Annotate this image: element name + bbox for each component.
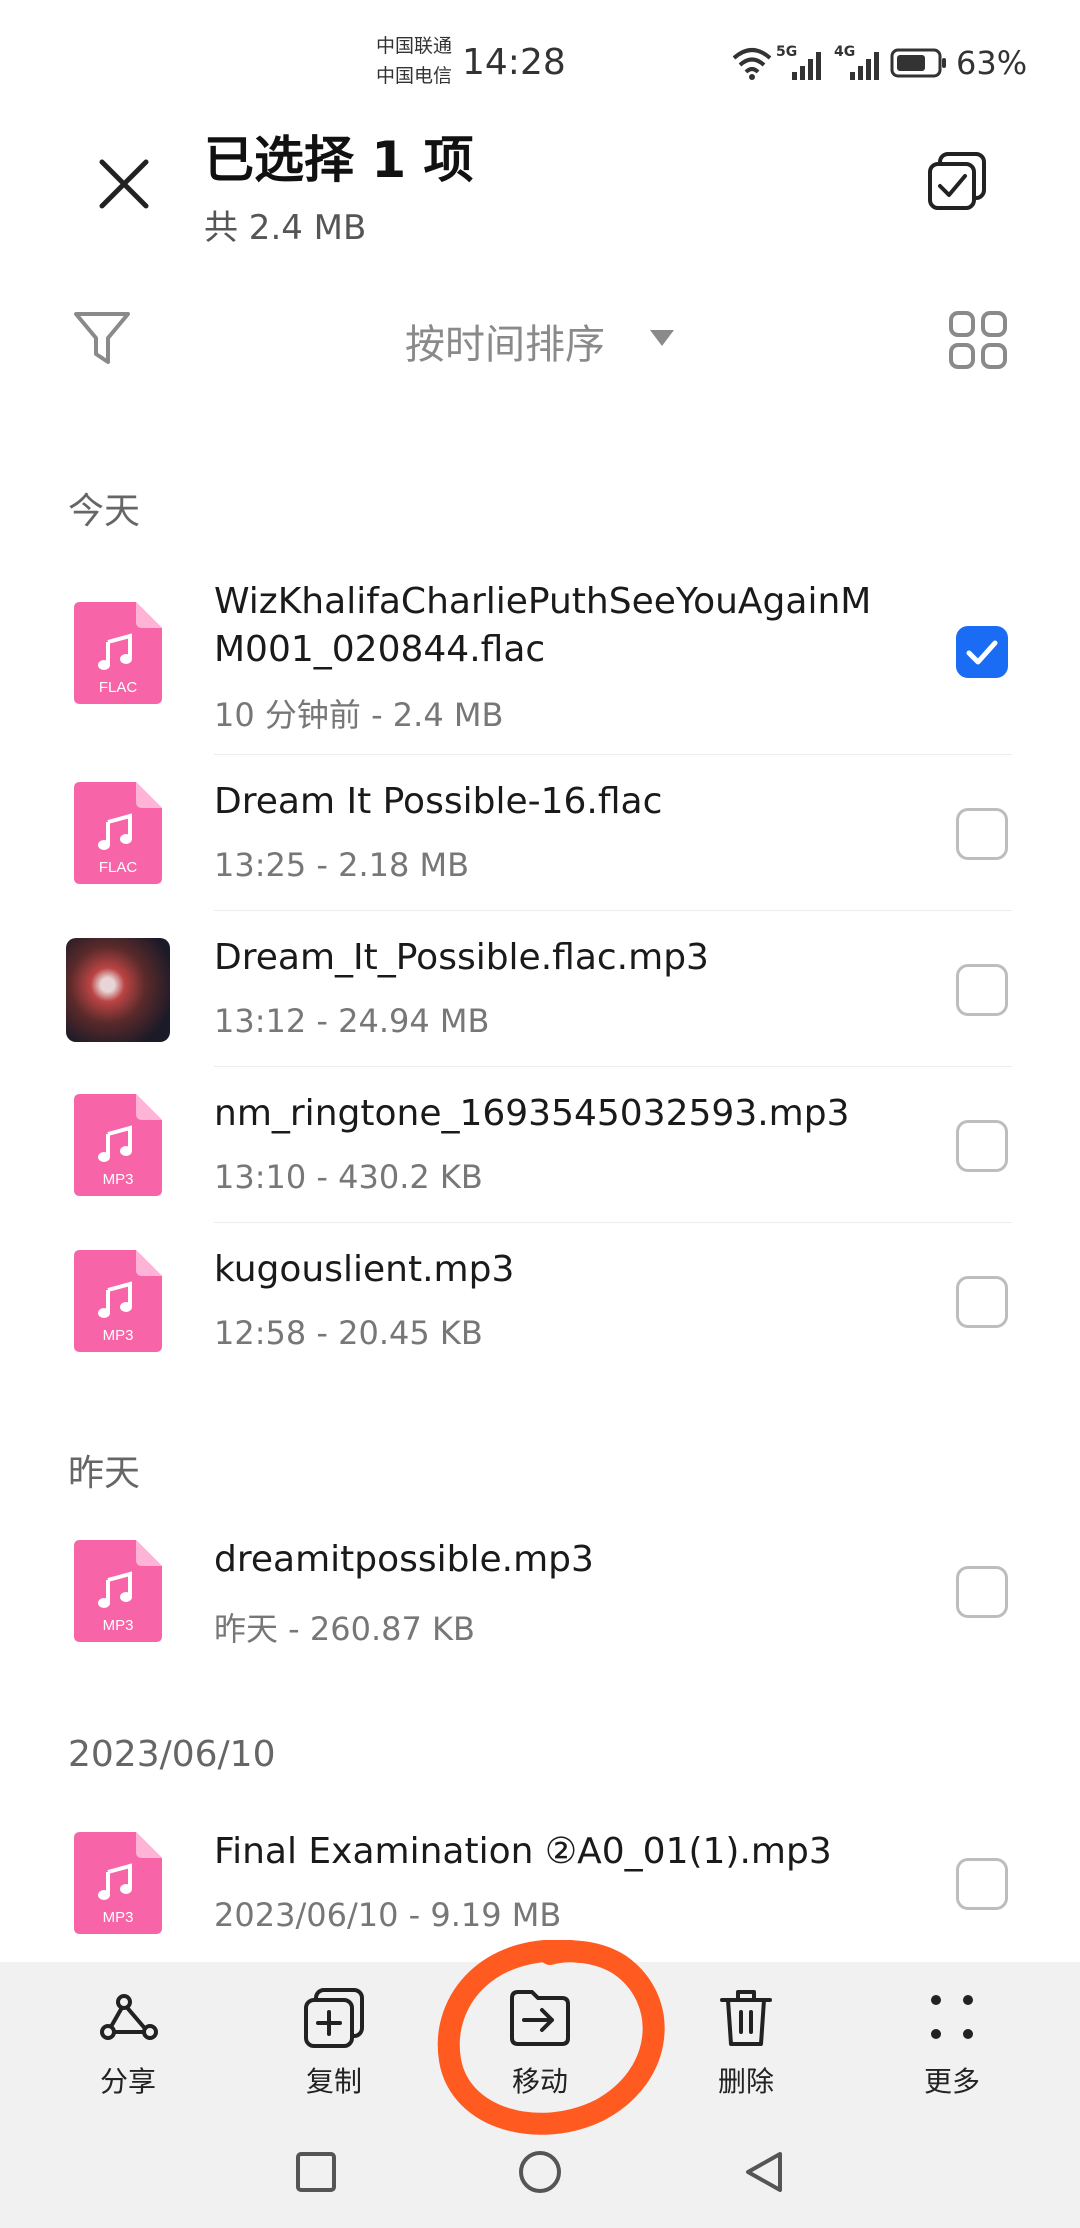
file-meta: 昨天 - 260.87 KB [214, 1610, 475, 1648]
file-name: Final Examination ②A0_01(1).mp3 [214, 1831, 832, 1872]
file-checkbox[interactable] [956, 964, 1008, 1016]
file-checkbox[interactable] [956, 626, 1008, 678]
home-icon[interactable] [516, 2150, 564, 2194]
file-row[interactable]: MP3 dreamitpossible.mp3 昨天 - 260.87 KB [0, 1520, 1080, 1670]
select-all-icon[interactable] [926, 150, 988, 212]
battery-icon [890, 48, 946, 78]
divider [214, 1222, 1012, 1223]
annotation-circle [437, 1940, 665, 2135]
file-row[interactable]: FLAC WizKhalifaCharliePuthSeeYouAgainMM0… [0, 570, 1080, 750]
wifi-icon [732, 48, 772, 80]
file-row[interactable]: Dream_It_Possible.flac.mp3 13:12 - 24.94… [0, 918, 1080, 1068]
file-meta: 13:12 - 24.94 MB [214, 1002, 490, 1040]
signal-icon [792, 52, 821, 80]
music-file-icon: MP3 [74, 1540, 162, 1642]
file-checkbox[interactable] [956, 808, 1008, 860]
divider [214, 754, 1012, 755]
file-name: kugouslient.mp3 [214, 1249, 515, 1290]
page-title: 已选择 1 项 [204, 131, 474, 189]
section-date: 2023/06/10 [68, 1734, 276, 1775]
divider [214, 910, 1012, 911]
file-name: nm_ringtone_1693545032593.mp3 [214, 1093, 850, 1134]
share-label: 分享 [99, 2065, 156, 2098]
copy-label: 复制 [305, 2065, 362, 2098]
trash-icon [720, 1990, 772, 2046]
sort-dropdown[interactable]: 按时间排序 [405, 312, 605, 370]
battery-percentage: 63% [956, 44, 1028, 82]
svg-text:MP3: MP3 [103, 1617, 134, 1634]
file-meta: 10 分钟前 - 2.4 MB [214, 696, 504, 734]
file-name: WizKhalifaCharliePuthSeeYouAgainMM001_02… [214, 581, 872, 670]
carrier-2: 中国电信 [376, 65, 453, 87]
svg-text:FLAC: FLAC [99, 859, 138, 876]
file-row[interactable]: MP3 kugouslient.mp3 12:58 - 20.45 KB [0, 1230, 1080, 1380]
music-file-icon: MP3 [74, 1832, 162, 1934]
music-file-icon: MP3 [74, 1094, 162, 1196]
selection-size: 共 2.4 MB [204, 208, 367, 248]
close-icon[interactable] [96, 156, 152, 212]
svg-text:MP3: MP3 [103, 1171, 134, 1188]
file-meta: 12:58 - 20.45 KB [214, 1314, 483, 1352]
file-meta: 2023/06/10 - 9.19 MB [214, 1896, 562, 1934]
svg-text:MP3: MP3 [103, 1327, 134, 1344]
signal-icon [850, 52, 879, 80]
share-icon [100, 1994, 158, 2040]
file-name: Dream_It_Possible.flac.mp3 [214, 937, 709, 978]
album-art-thumbnail [66, 938, 170, 1042]
svg-text:MP3: MP3 [103, 1909, 134, 1926]
section-yesterday: 昨天 [68, 1453, 141, 1494]
recent-apps-icon[interactable] [294, 2150, 338, 2194]
svg-text:FLAC: FLAC [99, 679, 138, 696]
file-checkbox[interactable] [956, 1858, 1008, 1910]
file-checkbox[interactable] [956, 1120, 1008, 1172]
copy-icon [304, 1988, 364, 2048]
copy-button[interactable]: 复制 [226, 1962, 442, 2112]
more-icon [931, 1995, 973, 2039]
file-row[interactable]: MP3 nm_ringtone_1693545032593.mp3 13:10 … [0, 1074, 1080, 1224]
file-name: dreamitpossible.mp3 [214, 1539, 594, 1580]
carrier-1: 中国联通 [376, 35, 453, 57]
music-file-icon: FLAC [74, 782, 162, 884]
grid-view-icon[interactable] [948, 310, 1008, 370]
more-button[interactable]: 更多 [844, 1962, 1060, 2112]
back-icon[interactable] [742, 2150, 786, 2194]
section-today: 今天 [68, 491, 141, 532]
more-label: 更多 [923, 2065, 980, 2098]
status-time: 14:28 [462, 42, 566, 83]
file-row[interactable]: FLAC Dream It Possible-16.flac 13:25 - 2… [0, 762, 1080, 912]
music-file-icon: FLAC [74, 602, 162, 704]
filter-icon[interactable] [72, 308, 132, 368]
check-icon [966, 640, 998, 665]
file-meta: 13:25 - 2.18 MB [214, 846, 470, 884]
music-file-icon: MP3 [74, 1250, 162, 1352]
file-checkbox[interactable] [956, 1566, 1008, 1618]
share-button[interactable]: 分享 [20, 1962, 236, 2112]
divider [214, 1066, 1012, 1067]
file-checkbox[interactable] [956, 1276, 1008, 1328]
chevron-down-icon[interactable] [648, 328, 676, 348]
file-name: Dream It Possible-16.flac [214, 781, 663, 822]
file-meta: 13:10 - 430.2 KB [214, 1158, 483, 1196]
